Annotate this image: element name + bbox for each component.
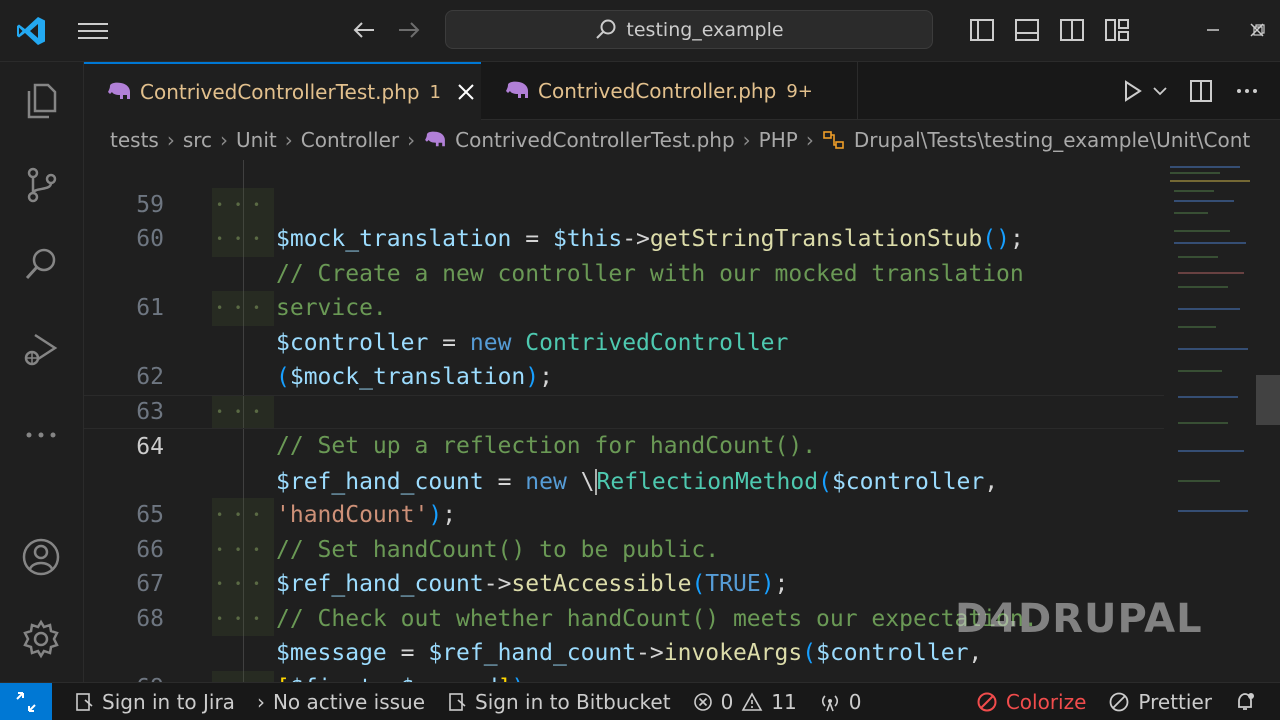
scrollbar-thumb[interactable] (1256, 375, 1280, 425)
back-arrow-icon[interactable] (350, 16, 378, 44)
toggle-secondary-sidebar-icon[interactable] (1058, 16, 1086, 44)
watermark-logo: D4DRUPAL (955, 596, 1203, 642)
code-line-active: 64 $ref_hand_count = new \ReflectionMeth… (84, 394, 1164, 495)
active-issue[interactable]: › No active issue (257, 690, 425, 714)
problems-badge: 1 (429, 81, 441, 103)
customize-layout-icon[interactable] (1103, 16, 1131, 44)
code-line: 67 // Check out whether handCount() meet… (84, 533, 1164, 632)
warning-icon (741, 691, 763, 711)
settings-gear-icon[interactable] (18, 616, 64, 662)
search-sidebar-icon[interactable] (18, 242, 64, 288)
code-line: 60 // Create a new controller with our m… (84, 188, 1164, 287)
remote-indicator-icon[interactable] (0, 682, 52, 720)
accounts-icon[interactable] (18, 534, 64, 580)
prettier-icon (1110, 692, 1129, 712)
code-line: 66 $ref_hand_count->setAccessible(TRUE); (84, 498, 1164, 597)
close-window-icon[interactable] (1240, 16, 1274, 44)
breadcrumb: tests › src › Unit › Controller › Contri… (84, 120, 1280, 160)
chevron-right-icon: › (407, 128, 416, 152)
title-bar: testing_example (0, 0, 1280, 62)
code-line: 61 $controller = new ContrivedController (84, 257, 1164, 356)
code-line: ($mock_translation); (276, 364, 553, 390)
code-line: 'handCount'); (276, 502, 457, 528)
toggle-panel-icon[interactable] (1013, 16, 1041, 44)
activity-bar (0, 62, 84, 682)
tab-label: ContrivedController.php (538, 79, 777, 103)
tab-label: ContrivedControllerTest.php (140, 80, 420, 104)
tab-contrived-controller-test[interactable]: ContrivedControllerTest.php 1 (84, 62, 481, 120)
tab-contrived-controller[interactable]: ContrivedController.php 9+ (482, 62, 858, 120)
disabled-icon (977, 692, 997, 712)
more-views-icon[interactable] (18, 412, 64, 458)
chevron-right-icon: › (742, 128, 751, 152)
breadcrumb-item[interactable]: Drupal\Tests\testing_example\Unit\Cont (854, 128, 1250, 152)
menu-icon[interactable] (78, 18, 108, 44)
php-elephant-icon (506, 81, 528, 98)
run-and-debug-icon[interactable] (18, 326, 64, 372)
colorize-toggle[interactable]: Colorize (976, 690, 1086, 714)
error-icon (693, 692, 712, 711)
bitbucket-sign-in[interactable]: Sign in to Bitbucket (447, 690, 671, 714)
chevron-right-icon: › (256, 689, 265, 714)
jira-icon (76, 692, 93, 711)
ports-status[interactable]: 0 (819, 690, 861, 714)
breadcrumb-item[interactable]: PHP (759, 128, 798, 152)
broadcast-icon (821, 694, 838, 711)
code-line: 63 // Set up a reflection for handCount(… (84, 360, 1164, 459)
chevron-right-icon: › (805, 128, 814, 152)
code-line: 59 $mock_translation = $this->getStringT… (84, 160, 1164, 252)
breadcrumb-item[interactable]: Unit (236, 128, 277, 152)
chevron-right-icon: › (220, 128, 229, 152)
vscode-logo-icon[interactable] (14, 14, 48, 48)
more-actions-icon[interactable] (1234, 78, 1260, 104)
split-editor-icon[interactable] (1188, 78, 1214, 104)
php-elephant-icon (108, 82, 130, 99)
breadcrumb-item[interactable]: tests (110, 128, 159, 152)
search-text: testing_example (626, 18, 784, 41)
prettier-status[interactable]: Prettier (1108, 690, 1212, 714)
search-icon (596, 19, 616, 39)
code-line: service. (276, 295, 387, 321)
vertical-scrollbar[interactable] (1256, 160, 1280, 682)
php-elephant-icon (425, 131, 446, 147)
close-tab-icon[interactable] (455, 81, 477, 103)
forward-arrow-icon[interactable] (395, 16, 423, 44)
namespace-icon (823, 131, 844, 149)
jira-sign-in[interactable]: Sign in to Jira (74, 690, 235, 714)
editor-tabs: ContrivedControllerTest.php 1 ContrivedC… (84, 62, 1280, 120)
bitbucket-icon (449, 692, 466, 711)
notifications-bell-icon[interactable] (1234, 691, 1256, 713)
explorer-icon[interactable] (18, 78, 64, 124)
chevron-right-icon: › (284, 128, 293, 152)
code-line: 62 (136, 364, 164, 390)
command-center-search[interactable]: testing_example (445, 10, 933, 49)
breadcrumb-item[interactable]: Controller (301, 128, 399, 152)
chevron-right-icon: › (166, 128, 175, 152)
chevron-down-icon[interactable] (1152, 83, 1168, 99)
minimize-window-icon[interactable] (1190, 16, 1236, 44)
problems-status[interactable]: 0 11 (693, 690, 797, 714)
run-icon[interactable] (1120, 78, 1146, 104)
problems-badge: 9+ (786, 80, 813, 102)
breadcrumb-item[interactable]: src (183, 128, 212, 152)
toggle-primary-sidebar-icon[interactable] (968, 16, 996, 44)
breadcrumb-item[interactable]: ContrivedControllerTest.php (455, 128, 735, 152)
status-bar: Sign in to Jira › No active issue Sign i… (0, 682, 1280, 720)
code-line: 65 // Set handCount() to be public. (84, 464, 1164, 563)
source-control-icon[interactable] (18, 162, 64, 208)
